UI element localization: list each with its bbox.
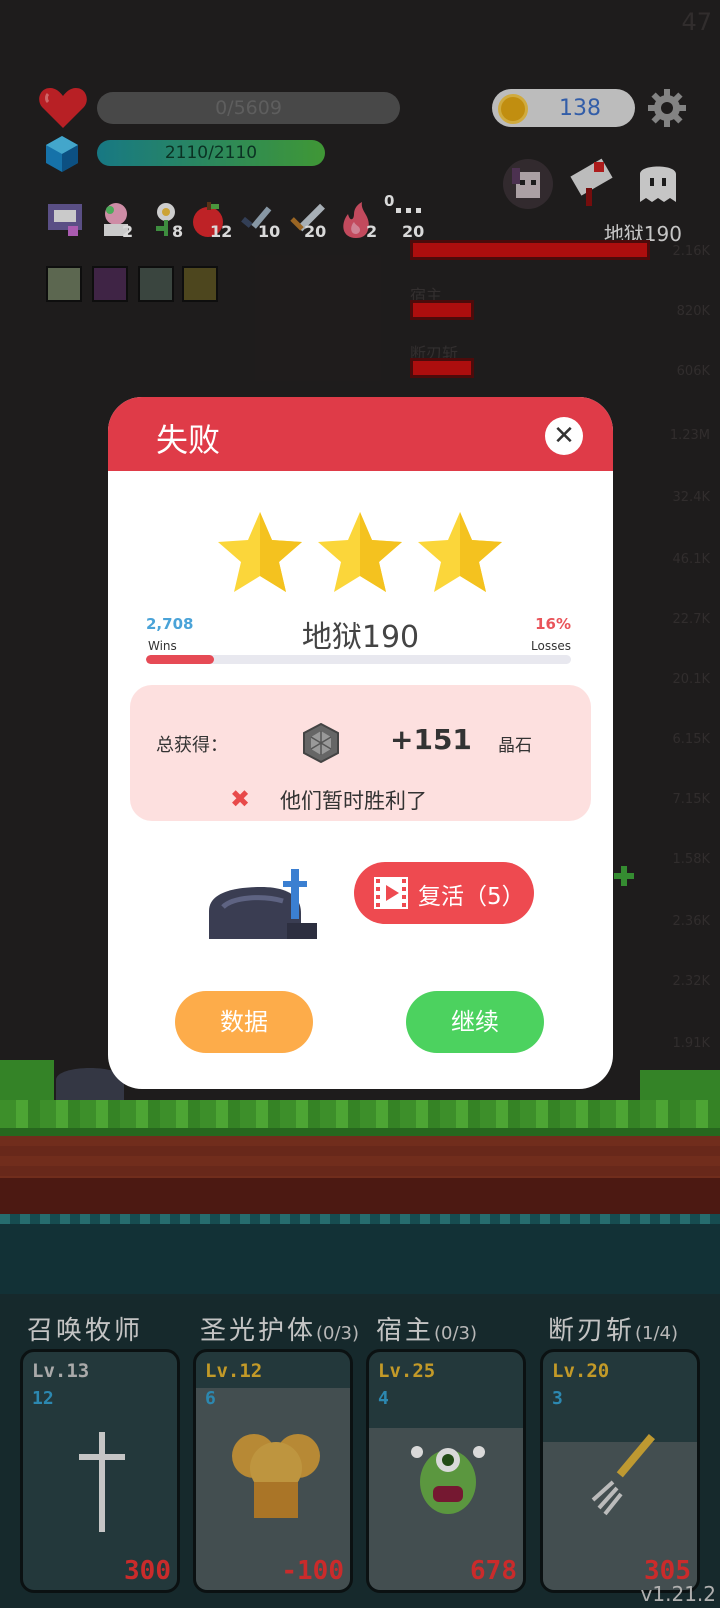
crystal-gem-icon: [303, 723, 339, 763]
star-icon: [218, 512, 302, 592]
reward-panel: 总获得： +151 晶石 ✖ 他们暂时胜利了: [130, 685, 591, 821]
revive-button[interactable]: 复活（5）: [354, 862, 534, 924]
reward-label: 总获得：: [156, 735, 228, 756]
star-icon: [318, 512, 402, 592]
loss-fill: [146, 655, 214, 664]
result-message: 他们暂时胜利了: [280, 789, 427, 813]
continue-button[interactable]: 继续: [406, 991, 544, 1053]
data-button[interactable]: 数据: [175, 991, 313, 1053]
close-icon: ✕: [553, 421, 575, 451]
win-loss-progress: [146, 655, 571, 664]
star-icon: [418, 512, 502, 592]
grave-with-sword-icon: [209, 869, 317, 939]
video-ad-icon: [374, 877, 408, 909]
reward-amount: +151: [390, 723, 472, 756]
losses-percent: 16%: [535, 615, 571, 633]
dialog-title: 失败: [156, 421, 221, 459]
losses-label: Losses: [531, 639, 571, 653]
defeat-x-icon: ✖: [230, 785, 251, 813]
defeat-dialog: 失败 ✕ 2,708 Wins 地狱190 16% Losses 总获得： +1…: [108, 397, 613, 1089]
reward-unit: 晶石: [498, 736, 532, 756]
close-button[interactable]: ✕: [545, 417, 583, 455]
revive-label: 复活（5）: [418, 884, 525, 910]
